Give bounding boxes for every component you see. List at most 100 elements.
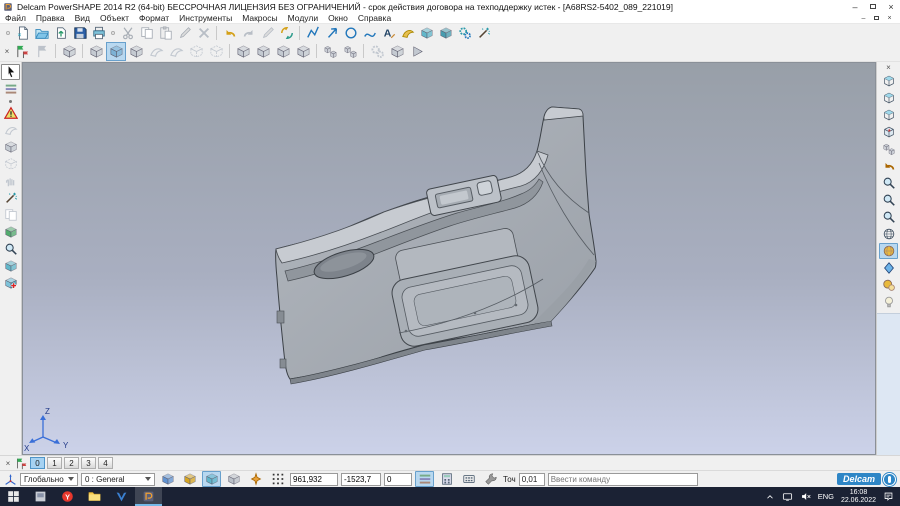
undo-button[interactable] <box>220 25 239 41</box>
display-icon[interactable] <box>782 491 793 502</box>
solid-gears-button[interactable] <box>367 42 387 61</box>
create-curve-button[interactable] <box>360 25 379 41</box>
solid-block-1-button[interactable] <box>233 42 253 61</box>
mdi-close-button[interactable]: × <box>883 14 896 23</box>
taskbar-powershape-active[interactable] <box>135 487 162 506</box>
add-solid-button[interactable] <box>59 42 79 61</box>
create-feature-button[interactable] <box>436 25 455 41</box>
menu-object[interactable]: Объект <box>95 13 134 23</box>
keypad-button[interactable] <box>459 471 478 487</box>
tab-row-close-button[interactable]: × <box>3 459 13 468</box>
view-undo-button[interactable] <box>879 158 898 174</box>
taskbar-clock[interactable]: 16:08 22.06.2022 <box>841 489 876 505</box>
solid-cluster-2-button[interactable] <box>340 42 360 61</box>
toolbar-close-button[interactable]: × <box>2 47 12 56</box>
toolbar-grip[interactable] <box>111 31 115 35</box>
wireframe-view-button[interactable] <box>879 226 898 242</box>
sculpt-button[interactable] <box>1 173 20 189</box>
solid-play-button[interactable] <box>407 42 427 61</box>
surface-trim-button[interactable] <box>146 42 166 61</box>
paint-tools-button[interactable] <box>1 190 20 206</box>
workplane-button[interactable] <box>1 156 20 172</box>
mdi-minimize-button[interactable]: – <box>857 14 870 23</box>
copy-button[interactable] <box>137 25 156 41</box>
solid-select-button[interactable] <box>86 42 106 61</box>
menu-help[interactable]: Справка <box>353 13 396 23</box>
zoom-in-button[interactable] <box>879 175 898 191</box>
blend-button[interactable] <box>1 139 20 155</box>
create-surface-button[interactable] <box>398 25 417 41</box>
dynamic-sectioning-button[interactable] <box>879 260 898 276</box>
open-model-button[interactable] <box>32 25 51 41</box>
solid-cluster-1-button[interactable] <box>320 42 340 61</box>
workplane-blue-button[interactable] <box>158 471 177 487</box>
view-rail-close-button[interactable]: × <box>884 63 894 72</box>
solid-block-3-button[interactable] <box>273 42 293 61</box>
menu-file[interactable]: Файл <box>0 13 31 23</box>
levels-button[interactable] <box>415 471 434 487</box>
create-arc-button[interactable] <box>341 25 360 41</box>
solid-flag-button[interactable] <box>32 42 52 61</box>
workplane-active-button[interactable] <box>202 471 221 487</box>
taskbar-yandex-browser[interactable] <box>54 487 81 506</box>
solid-limit-2-button[interactable] <box>206 42 226 61</box>
iso-view-3-button[interactable] <box>879 107 898 123</box>
redo-button[interactable] <box>239 25 258 41</box>
solid-block-2-button[interactable] <box>253 42 273 61</box>
intelligent-cursor-button[interactable] <box>246 471 265 487</box>
solid-pair-button[interactable] <box>387 42 407 61</box>
coord-z-input[interactable] <box>384 473 412 486</box>
solid-green-button[interactable] <box>1 224 20 240</box>
menu-macros[interactable]: Макросы <box>237 13 282 23</box>
shaded-wire-view-button[interactable] <box>879 277 898 293</box>
solid-inspect-button[interactable] <box>1 241 20 257</box>
window-tab-1[interactable]: 1 <box>47 457 62 469</box>
new-document-button[interactable] <box>13 25 32 41</box>
model-viewport[interactable]: Z Y X <box>22 62 876 455</box>
start-button[interactable] <box>0 487 27 506</box>
workplane-combo[interactable]: Глобально <box>20 473 78 486</box>
menu-view[interactable]: Вид <box>70 13 95 23</box>
window-tab-4[interactable]: 4 <box>98 457 113 469</box>
window-tab-0[interactable]: 0 <box>30 457 45 469</box>
axes-triad-icon[interactable] <box>4 473 17 486</box>
model-fix-button[interactable] <box>1 275 20 291</box>
create-text-button[interactable] <box>379 25 398 41</box>
edit-pencil-button[interactable] <box>258 25 277 41</box>
solid-flags-button[interactable] <box>12 42 32 61</box>
tools-button[interactable] <box>481 471 500 487</box>
select-cursor-button[interactable] <box>1 64 20 80</box>
solid-limit-1-button[interactable] <box>186 42 206 61</box>
window-tab-3[interactable]: 3 <box>81 457 96 469</box>
menu-tools[interactable]: Инструменты <box>174 13 237 23</box>
zoom-box-button[interactable] <box>879 209 898 225</box>
format-edit-button[interactable] <box>175 25 194 41</box>
shaded-view-button[interactable] <box>879 243 898 259</box>
view-camera-button[interactable] <box>879 141 898 157</box>
calculator-button[interactable] <box>437 471 456 487</box>
wrap-button[interactable] <box>1 207 20 223</box>
view-cube-button[interactable] <box>879 124 898 140</box>
create-line-button[interactable] <box>303 25 322 41</box>
iso-view-2-button[interactable] <box>879 90 898 106</box>
notifications-icon[interactable] <box>883 491 894 502</box>
menu-format[interactable]: Формат <box>134 13 174 23</box>
workplane-off-button[interactable] <box>224 471 243 487</box>
tolerance-value[interactable]: 0,01 <box>519 473 545 486</box>
solid-cursor-button[interactable] <box>126 42 146 61</box>
coord-y-input[interactable] <box>341 473 381 486</box>
paste-button[interactable] <box>156 25 175 41</box>
window-list-icon[interactable] <box>15 457 28 470</box>
solid-block-4-button[interactable] <box>293 42 313 61</box>
create-solid-button[interactable] <box>417 25 436 41</box>
cut-button[interactable] <box>118 25 137 41</box>
iso-view-1-button[interactable] <box>879 73 898 89</box>
mesh-doctor-button[interactable] <box>1 105 20 121</box>
taskbar-app-window[interactable] <box>27 487 54 506</box>
automation-gears-button[interactable] <box>455 25 474 41</box>
headlight-button[interactable] <box>879 294 898 310</box>
menu-edit[interactable]: Правка <box>31 13 70 23</box>
zoom-full-button[interactable] <box>879 192 898 208</box>
wizard-wand-button[interactable] <box>474 25 493 41</box>
menu-window[interactable]: Окно <box>323 13 353 23</box>
